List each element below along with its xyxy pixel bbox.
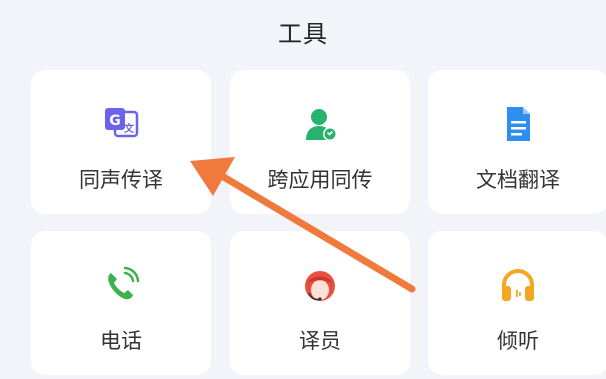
tool-card-phone[interactable]: 电话: [31, 231, 211, 375]
svg-text:G: G: [109, 113, 121, 129]
tool-card-interpreter[interactable]: 译员: [230, 231, 410, 375]
tool-label-document-translation: 文档翻译: [476, 168, 560, 192]
tool-card-document-translation[interactable]: 文档翻译: [428, 70, 606, 214]
page-title: 工具: [278, 20, 328, 48]
document-icon: [507, 107, 530, 141]
interpreter-icon: [305, 271, 335, 301]
phone-icon: [108, 266, 140, 300]
tool-label-phone: 电话: [100, 329, 142, 353]
tool-label-simultaneous-interpretation: 同声传译: [79, 168, 163, 192]
tool-label-interpreter: 译员: [299, 329, 341, 353]
tool-label-listen: 倾听: [497, 329, 539, 353]
svg-text:文: 文: [124, 122, 135, 135]
tool-card-simultaneous-interpretation[interactable]: G 文 同声传译: [31, 70, 211, 214]
tool-card-listen[interactable]: 倾听: [428, 231, 606, 375]
tool-card-cross-app-interpretation[interactable]: 跨应用同传: [230, 70, 410, 214]
translate-icon: G 文: [105, 108, 139, 138]
tool-label-cross-app-interpretation: 跨应用同传: [267, 168, 373, 192]
cross-app-user-icon: [306, 109, 337, 141]
headphones-icon: [502, 269, 534, 301]
